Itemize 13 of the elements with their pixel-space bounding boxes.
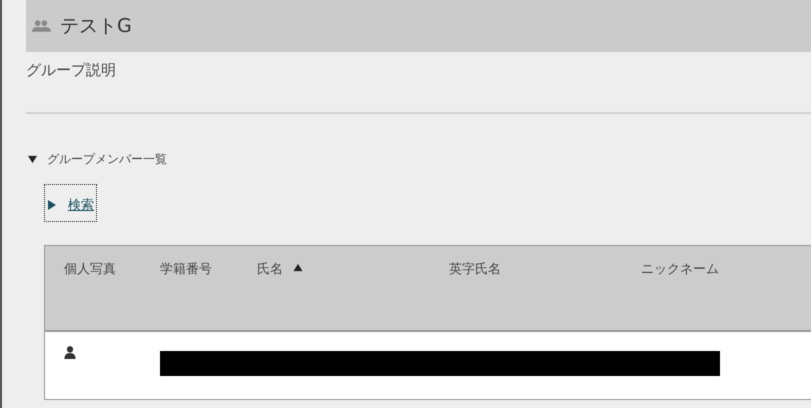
person-icon (64, 346, 76, 359)
group-title: テストG (60, 14, 132, 39)
people-icon (32, 19, 51, 33)
column-header[interactable]: 個人写真 (64, 260, 116, 278)
triangle-icon (47, 200, 57, 210)
column-header[interactable]: 英字氏名 (449, 260, 501, 278)
group-description-label: グループ説明 (26, 60, 117, 81)
column-header[interactable]: 氏名 (257, 260, 283, 278)
expanded-triangle-icon[interactable] (28, 155, 37, 164)
section-title: グループメンバー一覧 (47, 151, 167, 168)
search-toggle-link[interactable]: 検索 (44, 184, 97, 222)
column-header[interactable]: 学籍番号 (160, 260, 212, 278)
column-header[interactable]: ニックネーム (641, 260, 719, 278)
